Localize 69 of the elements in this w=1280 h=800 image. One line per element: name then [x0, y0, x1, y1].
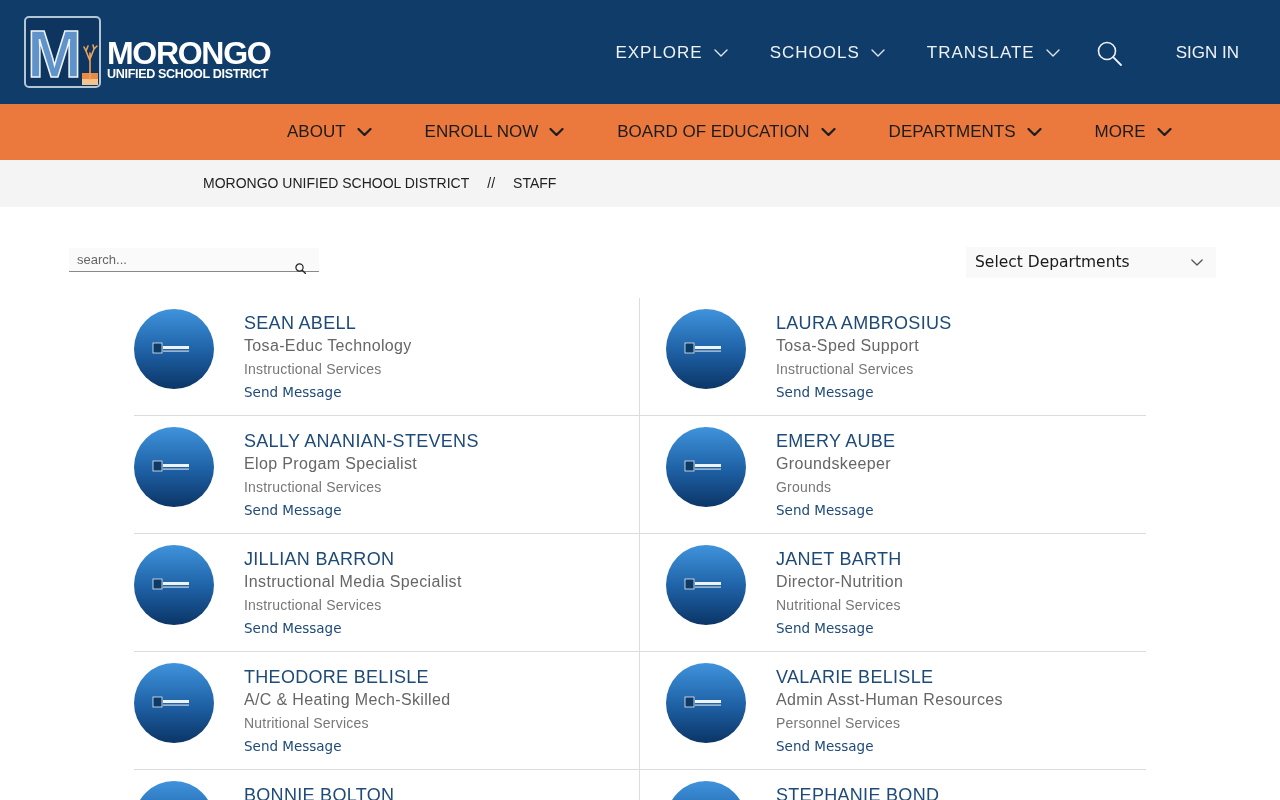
- staff-department: Instructional Services: [244, 360, 383, 379]
- avatar-icon: [666, 545, 746, 625]
- avatar-icon: [666, 309, 746, 389]
- staff-title: Tosa-Sped Support: [776, 336, 920, 356]
- staff-name[interactable]: THEODORE BELISLE: [244, 666, 451, 688]
- chevron-down-icon: [1191, 259, 1203, 266]
- staff-title: Elop Progam Specialist: [244, 454, 419, 474]
- avatar-icon: [666, 427, 746, 507]
- staff-title: Director-Nutrition: [776, 572, 904, 592]
- breadcrumb-link[interactable]: MORONGO UNIFIED SCHOOL DISTRICT: [203, 173, 470, 194]
- send-message-link[interactable]: Send Message: [776, 616, 874, 640]
- staff-title: Groundskeeper: [776, 454, 892, 474]
- logo-letter: M: [27, 22, 82, 86]
- staff-department: Nutritional Services: [244, 714, 370, 733]
- nav-dropdown[interactable]: TRANSLATE: [926, 40, 1060, 66]
- breadcrumb-separator: //: [486, 174, 497, 193]
- send-message-link[interactable]: Send Message: [244, 734, 342, 758]
- staff-name[interactable]: LAURA AMBROSIUS: [776, 312, 952, 334]
- staff-name[interactable]: JILLIAN BARRON: [244, 548, 462, 570]
- staff-name[interactable]: SEAN ABELL: [244, 312, 412, 334]
- chevron-down-icon: [820, 128, 836, 136]
- logo-tagline: UNIFIED SCHOOL DISTRICT: [107, 66, 270, 82]
- chevron-down-icon: [1045, 49, 1060, 57]
- nav-menu-item[interactable]: MORE: [1094, 119, 1172, 145]
- send-message-link[interactable]: Send Message: [776, 734, 874, 758]
- staff-department: Instructional Services: [244, 478, 383, 497]
- breadcrumb-link[interactable]: STAFF: [513, 173, 557, 194]
- chevron-down-icon: [1026, 128, 1042, 136]
- nav-menu-item[interactable]: ENROLL NOW: [424, 119, 565, 145]
- send-message-link[interactable]: Send Message: [776, 380, 874, 404]
- nav-menu-item[interactable]: BOARD OF EDUCATION: [617, 119, 836, 145]
- avatar-icon: [134, 545, 214, 625]
- search-icon[interactable]: [295, 263, 306, 274]
- nav-dropdown[interactable]: SCHOOLS: [769, 40, 885, 66]
- staff-department: Personnel Services: [776, 714, 902, 733]
- staff-title: Admin Asst-Human Resources: [776, 690, 1003, 710]
- send-message-link[interactable]: Send Message: [244, 380, 342, 404]
- chevron-down-icon: [713, 49, 728, 57]
- avatar-icon: [134, 427, 214, 507]
- logo-title: MORONGO: [107, 38, 271, 67]
- send-message-link[interactable]: Send Message: [776, 498, 874, 522]
- nav-menu-item[interactable]: DEPARTMENTS: [888, 119, 1042, 145]
- staff-title: Tosa-Educ Technology: [244, 336, 412, 356]
- search-icon[interactable]: [1096, 40, 1122, 66]
- department-select[interactable]: Select Departments: [966, 247, 1216, 278]
- avatar-icon: [134, 309, 214, 389]
- send-message-link[interactable]: Send Message: [244, 498, 342, 522]
- staff-title: Instructional Media Specialist: [244, 572, 462, 592]
- chevron-down-icon: [549, 128, 565, 136]
- logo-mark[interactable]: M: [24, 16, 101, 88]
- staff-name[interactable]: VALARIE BELISLE: [776, 666, 1003, 688]
- nav-menu-item[interactable]: ABOUT: [287, 119, 372, 145]
- search-field[interactable]: search...: [69, 248, 319, 272]
- avatar-icon: [134, 663, 214, 743]
- chevron-down-icon: [1156, 128, 1172, 136]
- staff-name[interactable]: JANET BARTH: [776, 548, 904, 570]
- chevron-down-icon: [356, 128, 372, 136]
- sign-in-link[interactable]: SIGN IN: [1175, 40, 1239, 66]
- staff-name[interactable]: EMERY AUBE: [776, 430, 896, 452]
- send-message-link[interactable]: Send Message: [244, 616, 342, 640]
- chevron-down-icon: [870, 49, 885, 57]
- avatar-icon: [666, 663, 746, 743]
- staff-department: Instructional Services: [244, 596, 383, 615]
- staff-department: Nutritional Services: [776, 596, 902, 615]
- nav-dropdown[interactable]: EXPLORE: [615, 40, 728, 66]
- staff-name[interactable]: SALLY ANANIAN-STEVENS: [244, 430, 479, 452]
- staff-title: A/C & Heating Mech-Skilled: [244, 690, 451, 710]
- staff-department: Grounds: [776, 478, 833, 497]
- staff-department: Instructional Services: [776, 360, 915, 379]
